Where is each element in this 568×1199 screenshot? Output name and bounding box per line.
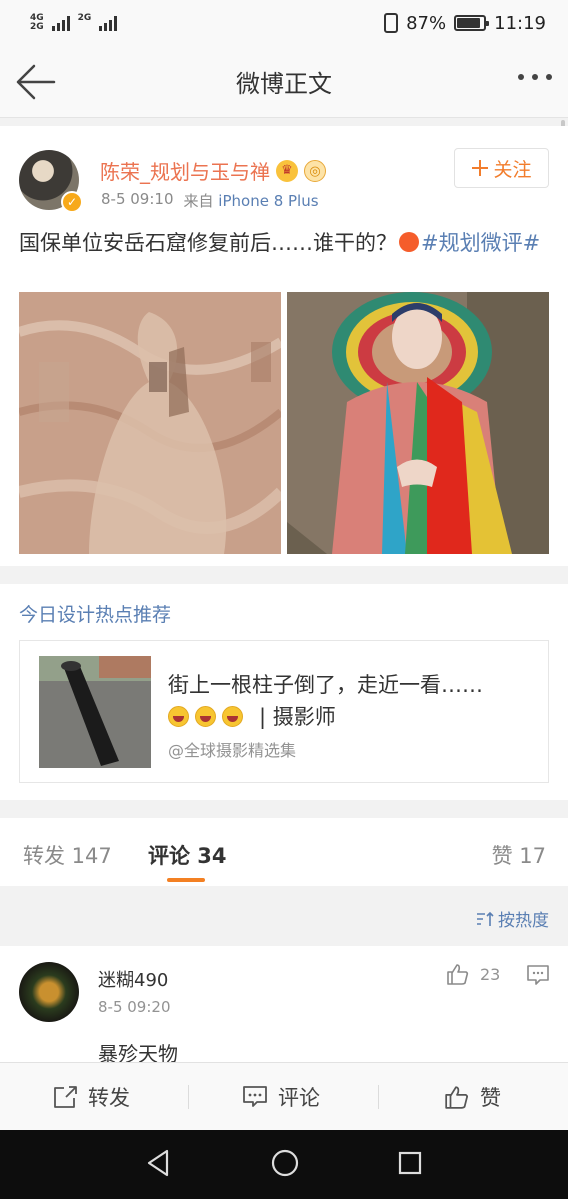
post-text: 国保单位安岳石窟修复前后……谁干的？ #规划微评# <box>19 228 549 258</box>
signal1-icon <box>51 15 70 31</box>
recommendation-title: 今日设计热点推荐 <box>19 604 172 626</box>
back-button[interactable] <box>14 62 58 102</box>
recommendation-section: 今日设计热点推荐 街上一根柱子倒了，走近一看…… | 摄影师 @全球摄影精选集 <box>0 584 568 800</box>
recommendation-headline: 街上一根柱子倒了，走近一看…… <box>168 673 483 697</box>
more-button[interactable] <box>518 74 552 80</box>
sort-by-hot-button[interactable]: 按热度 <box>476 906 549 931</box>
comment-reply-button[interactable] <box>526 964 550 990</box>
thumbs-up-icon <box>445 1086 468 1109</box>
sort-bar: 按热度 <box>0 886 568 946</box>
like-button[interactable]: 赞 <box>444 1063 501 1131</box>
bottom-action-bar: 转发 评论 赞 <box>0 1062 568 1130</box>
page-title: 微博正文 <box>236 70 332 98</box>
repost-button[interactable]: 转发 <box>52 1063 130 1131</box>
system-navigation-bar <box>0 1130 568 1199</box>
post-source-wrap: 来自 iPhone 8 Plus <box>184 190 319 211</box>
author-name-text: 陈荣_规划与玉与禅 <box>100 160 270 184</box>
comment-like-button[interactable]: 23 <box>446 962 500 986</box>
comment-label: 评论 <box>278 1086 320 1110</box>
battery-percent: 87% <box>406 12 447 34</box>
reply-bubble-icon <box>527 965 549 985</box>
plus-icon <box>472 160 489 176</box>
post-source-prefix: 来自 <box>183 192 214 210</box>
system-back-button[interactable] <box>145 1148 171 1182</box>
vibrate-icon <box>384 13 399 33</box>
triangle-back-icon <box>147 1149 169 1177</box>
back-arrow-icon <box>16 64 56 100</box>
post-source[interactable]: iPhone 8 Plus <box>218 192 318 210</box>
signal2-label: 2G <box>78 14 92 32</box>
comment-like-count: 23 <box>480 964 501 984</box>
signal1-label: 4G 2G <box>30 14 44 32</box>
signal1-bottom-label: 2G <box>30 22 44 32</box>
vip-badge-icon: ◎ <box>304 159 326 182</box>
post-image-before[interactable] <box>19 292 281 554</box>
topic-link[interactable]: #规划微评# <box>421 231 540 255</box>
system-recents-button[interactable] <box>397 1148 423 1182</box>
like-label: 赞 <box>480 1086 501 1110</box>
recommendation-thumbnail <box>39 656 151 768</box>
recommendation-subline: | 摄影师 <box>168 701 336 731</box>
commenter-avatar[interactable] <box>19 962 79 1022</box>
follow-button[interactable]: 关注 <box>454 148 549 188</box>
nav-bar: 微博正文 <box>0 46 568 118</box>
laughing-emoji-icon <box>195 705 216 727</box>
active-tab-indicator <box>167 878 205 882</box>
weibo-post: ✓ 陈荣_规划与玉与禅 ♛ ◎ 8-5 09:10 来自 iPhone 8 Pl… <box>0 126 568 566</box>
follow-label: 关注 <box>493 158 532 181</box>
repost-label: 转发 <box>88 1086 130 1110</box>
clock: 11:19 <box>494 12 546 34</box>
crown-badge-icon: ♛ <box>276 159 298 182</box>
more-dot <box>546 74 552 80</box>
recommendation-source: @全球摄影精选集 <box>168 741 297 760</box>
status-right: 87% 11:19 <box>384 13 546 34</box>
signal2-icon <box>99 15 118 31</box>
action-divider <box>188 1085 189 1109</box>
tab-likes[interactable]: 赞 17 <box>492 840 546 870</box>
status-bar: 4G 2G 2G 87% 11:19 <box>0 0 568 46</box>
tab-comments[interactable]: 评论 34 <box>148 840 227 870</box>
circle-home-icon <box>271 1149 299 1177</box>
angry-emoji-icon <box>399 232 419 252</box>
interaction-tabs: 转发 147 评论 34 赞 17 <box>0 818 568 886</box>
post-meta: 8-5 09:10 来自 iPhone 8 Plus <box>101 190 319 211</box>
comment-icon <box>243 1086 267 1107</box>
system-home-button[interactable] <box>270 1148 300 1182</box>
carved-buddha-before-image <box>19 292 281 554</box>
action-divider <box>378 1085 379 1109</box>
painted-buddha-after-image <box>287 292 549 554</box>
post-image-after[interactable] <box>287 292 549 554</box>
recommendation-card[interactable]: 街上一根柱子倒了，走近一看…… | 摄影师 @全球摄影精选集 <box>19 640 549 783</box>
post-body: 国保单位安岳石窟修复前后……谁干的？ <box>19 231 397 255</box>
fallen-pole-thumbnail-image <box>39 656 151 768</box>
battery-fill <box>457 18 480 28</box>
recommendation-tag: | 摄影师 <box>259 705 336 729</box>
post-date: 8-5 09:10 <box>101 190 174 208</box>
more-dot <box>532 74 538 80</box>
tab-repost[interactable]: 转发 147 <box>23 840 112 870</box>
laughing-emoji-icon <box>222 705 243 727</box>
sort-label: 按热度 <box>498 911 549 931</box>
sort-icon <box>477 911 494 926</box>
commenter-name[interactable]: 迷糊490 <box>98 966 168 992</box>
comment-time: 8-5 09:20 <box>98 998 171 1016</box>
square-recents-icon <box>398 1151 422 1175</box>
thumbs-up-icon <box>447 964 469 985</box>
signal-group: 4G 2G 2G <box>30 14 118 32</box>
laughing-emoji-icon <box>168 705 189 727</box>
battery-icon <box>454 15 490 31</box>
share-icon <box>54 1086 77 1108</box>
verified-badge-icon: ✓ <box>61 191 83 213</box>
author-name[interactable]: 陈荣_规划与玉与禅 ♛ ◎ <box>100 156 326 185</box>
comment-item: 迷糊490 8-5 09:20 暴殄天物 23 <box>0 946 568 1066</box>
comment-button[interactable]: 评论 <box>242 1063 320 1131</box>
more-dot <box>518 74 524 80</box>
author-avatar[interactable]: ✓ <box>19 150 83 213</box>
